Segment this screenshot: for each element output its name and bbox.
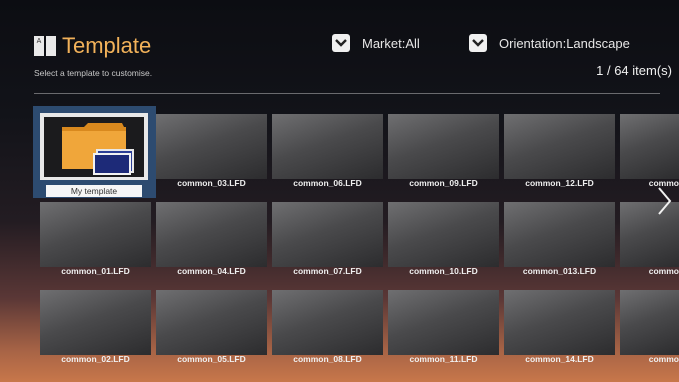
template-tile[interactable] xyxy=(156,114,267,179)
template-tile[interactable] xyxy=(40,290,151,355)
template-label: common_10.LFD xyxy=(409,266,478,276)
template-label: common_07.LFD xyxy=(293,266,362,276)
template-tile[interactable] xyxy=(504,114,615,179)
template-label: common_03.LFD xyxy=(177,178,246,188)
template-label: common_01.LFD xyxy=(61,266,130,276)
template-label: common_06.LFD xyxy=(293,178,362,188)
template-label: common_013.LFD xyxy=(522,266,597,276)
template-tile[interactable] xyxy=(272,114,383,179)
template-label: common_05.LFD xyxy=(177,354,246,364)
template-label: common_08.LFD xyxy=(293,354,362,364)
template-tile[interactable] xyxy=(40,202,151,267)
template-label: common_12.LFD xyxy=(525,178,594,188)
folder-icon xyxy=(44,117,144,177)
template-tile[interactable] xyxy=(620,290,679,355)
template-label: commo xyxy=(648,354,679,364)
template-label: common_04.LFD xyxy=(177,266,246,276)
template-tile[interactable] xyxy=(388,290,499,355)
template-tile[interactable] xyxy=(504,202,615,267)
my-template-thumbnail xyxy=(44,117,144,177)
template-tile[interactable] xyxy=(504,290,615,355)
template-tile[interactable] xyxy=(156,202,267,267)
template-grid: My template common_03.LFD common_06.LFD … xyxy=(0,0,679,382)
template-label: commo xyxy=(648,266,679,276)
template-tile[interactable] xyxy=(388,202,499,267)
chevron-right-icon[interactable] xyxy=(654,185,674,217)
template-label: common_14.LFD xyxy=(525,354,594,364)
template-tile[interactable] xyxy=(272,202,383,267)
template-label: common_02.LFD xyxy=(61,354,130,364)
template-tile[interactable] xyxy=(156,290,267,355)
template-label: common_09.LFD xyxy=(409,178,478,188)
template-tile[interactable] xyxy=(272,290,383,355)
template-label: common_11.LFD xyxy=(409,354,478,364)
template-tile[interactable] xyxy=(620,114,679,179)
my-template-label: My template xyxy=(46,185,142,197)
template-tile[interactable] xyxy=(388,114,499,179)
